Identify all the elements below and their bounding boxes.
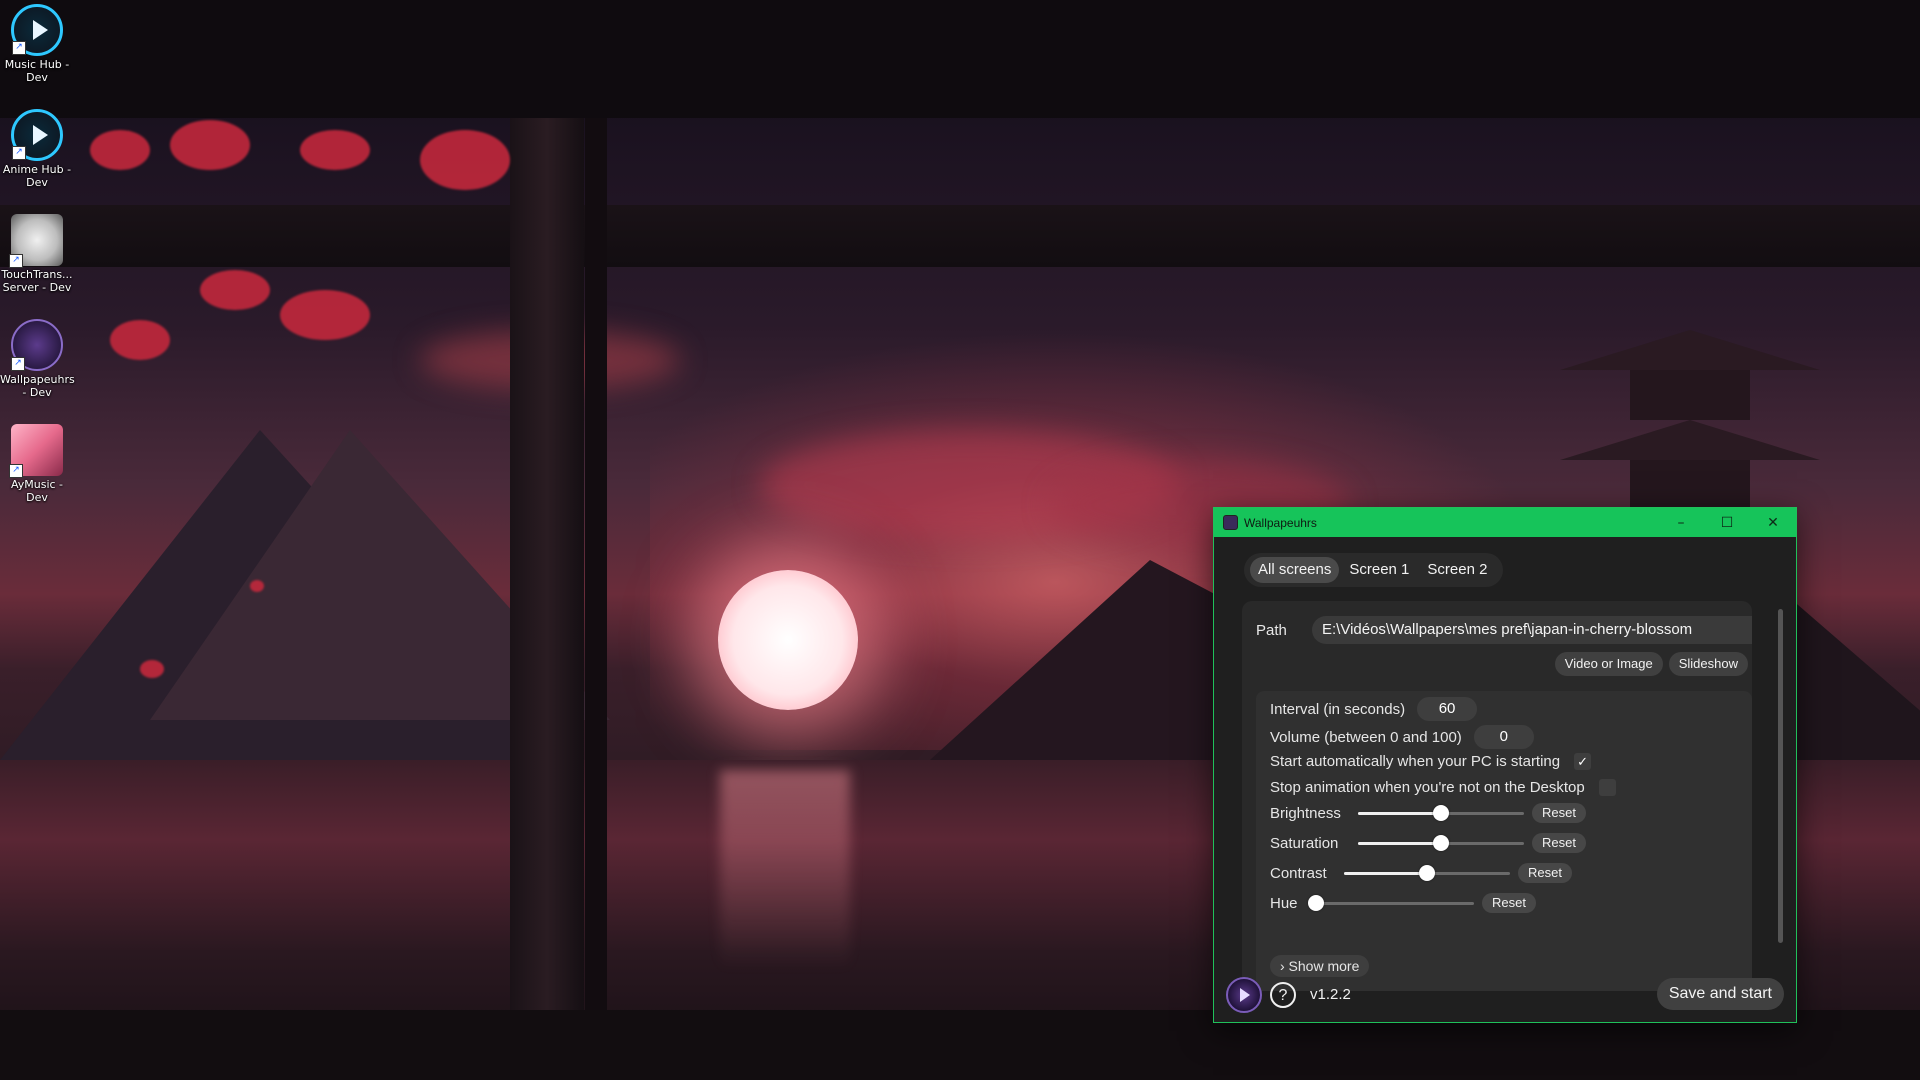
aymusic-icon: ↗ [9,424,63,478]
cherry-blossom [90,130,150,170]
scrollbar[interactable] [1778,609,1783,943]
shortcut-arrow-icon: ↗ [11,357,25,371]
desktop-icon-anime-hub[interactable]: ↗ Anime Hub - Dev [0,105,74,189]
desktop-icon-label: Wallpapeuhrs - Dev [0,373,75,399]
volume-row: Volume (between 0 and 100) 0 [1270,725,1534,749]
sun-reflection [720,770,850,970]
slider-handle[interactable] [1419,865,1435,881]
slider-handle[interactable] [1308,895,1324,911]
shortcut-arrow-icon: ↗ [12,146,26,160]
window-frame-post [510,118,584,1018]
interval-input[interactable]: 60 [1417,697,1478,721]
window-frame-post [585,118,607,1018]
touchtrans-server-icon: ↗ [9,214,63,268]
saturation-slider[interactable] [1358,833,1524,853]
tab-screen-1[interactable]: Screen 1 [1341,557,1417,583]
save-and-start-button[interactable]: Save and start [1656,978,1784,1010]
brightness-row: Brightness Reset [1270,803,1586,823]
hue-row: Hue Reset [1270,893,1536,913]
cherry-blossom [420,130,510,190]
contrast-slider[interactable] [1344,863,1510,883]
cherry-blossom [280,290,370,340]
version-label: v1.2.2 [1310,986,1351,1003]
desktop-icon-label: TouchTrans... Server - Dev [1,268,73,294]
tab-screen-2[interactable]: Screen 2 [1419,557,1495,583]
desktop-icon-label: Anime Hub - Dev [2,163,72,189]
slider-handle[interactable] [1433,805,1449,821]
stop-animation-checkbox[interactable] [1598,779,1616,796]
brightness-reset-button[interactable]: Reset [1532,803,1586,823]
settings-panel: Path E:\Vidéos\Wallpapers\mes pref\japan… [1242,601,1752,991]
desktop-icon-label: AyMusic - Dev [10,478,64,504]
window-title: Wallpapeuhrs [1244,515,1317,530]
saturation-row: Saturation Reset [1270,833,1586,853]
stop-animation-row: Stop animation when you're not on the De… [1270,779,1616,796]
cherry-blossom [110,320,170,360]
help-button[interactable]: ? [1270,981,1296,1008]
volume-input[interactable]: 0 [1473,725,1534,749]
slider-handle[interactable] [1433,835,1449,851]
saturation-label: Saturation [1270,834,1339,852]
hue-label: Hue [1270,894,1298,912]
cherry-blossom [300,130,370,170]
brightness-label: Brightness [1270,804,1341,822]
window-frame-top [0,0,1920,118]
title-bar[interactable]: Wallpapeuhrs – ☐ ✕ [1214,508,1796,537]
shortcut-arrow-icon: ↗ [12,41,26,55]
options-group: Interval (in seconds) 60 Volume (between… [1256,691,1752,991]
falling-petal [140,660,164,678]
window-frame-beam [0,205,1920,267]
sun [718,570,858,710]
shortcut-arrow-icon: ↗ [9,464,23,478]
path-label: Path [1256,621,1287,639]
path-input[interactable]: E:\Vidéos\Wallpapers\mes pref\japan-in-c… [1312,616,1752,644]
stop-animation-label: Stop animation when you're not on the De… [1270,779,1585,796]
path-row: Path E:\Vidéos\Wallpapers\mes pref\japan… [1256,615,1752,645]
cherry-blossom [170,120,250,170]
close-button[interactable]: ✕ [1750,508,1796,537]
interval-row: Interval (in seconds) 60 [1270,697,1478,721]
volume-label: Volume (between 0 and 100) [1270,728,1462,746]
falling-petal [250,580,264,592]
hue-slider[interactable] [1308,893,1474,913]
interval-label: Interval (in seconds) [1270,700,1406,718]
autostart-checkbox[interactable]: ✓ [1574,753,1592,770]
maximize-button[interactable]: ☐ [1704,508,1750,537]
video-or-image-button[interactable]: Video or Image [1554,652,1663,676]
window-body: All screens Screen 1 Screen 2 Path E:\Vi… [1214,537,1796,995]
source-buttons: Video or Image Slideshow [1554,652,1748,676]
wallpapeuhrs-icon: ↗ [11,319,63,371]
anime-hub-play-icon: ↗ [11,109,63,161]
screen-tabs: All screens Screen 1 Screen 2 [1244,553,1504,587]
contrast-reset-button[interactable]: Reset [1518,863,1572,883]
contrast-label: Contrast [1270,864,1327,882]
desktop-icon-label: Music Hub - Dev [4,58,70,84]
slideshow-button[interactable]: Slideshow [1668,652,1748,676]
tab-all-screens[interactable]: All screens [1250,557,1340,583]
window-footer: ? v1.2.2 Save and start [1214,966,1796,1022]
app-icon [1223,515,1238,530]
autostart-label: Start automatically when your PC is star… [1270,753,1561,770]
shortcut-arrow-icon: ↗ [9,254,23,268]
wallpapeuhrs-window: Wallpapeuhrs – ☐ ✕ All screens Screen 1 … [1213,507,1797,1023]
music-hub-play-icon: ↗ [11,4,63,56]
cherry-blossom [200,270,270,310]
saturation-reset-button[interactable]: Reset [1532,833,1586,853]
desktop-icon-touchtrans[interactable]: ↗ TouchTrans... Server - Dev [0,210,74,294]
brightness-slider[interactable] [1358,803,1524,823]
desktop-icon-music-hub[interactable]: ↗ Music Hub - Dev [0,0,74,84]
hue-reset-button[interactable]: Reset [1482,893,1536,913]
autostart-row: Start automatically when your PC is star… [1270,753,1592,770]
desktop-icon-wallpapeuhrs[interactable]: ↗ Wallpapeuhrs - Dev [0,315,75,399]
contrast-row: Contrast Reset [1270,863,1572,883]
app-logo-button[interactable] [1226,976,1262,1013]
minimize-button[interactable]: – [1658,508,1704,537]
desktop-icon-aymusic[interactable]: ↗ AyMusic - Dev [0,420,74,504]
